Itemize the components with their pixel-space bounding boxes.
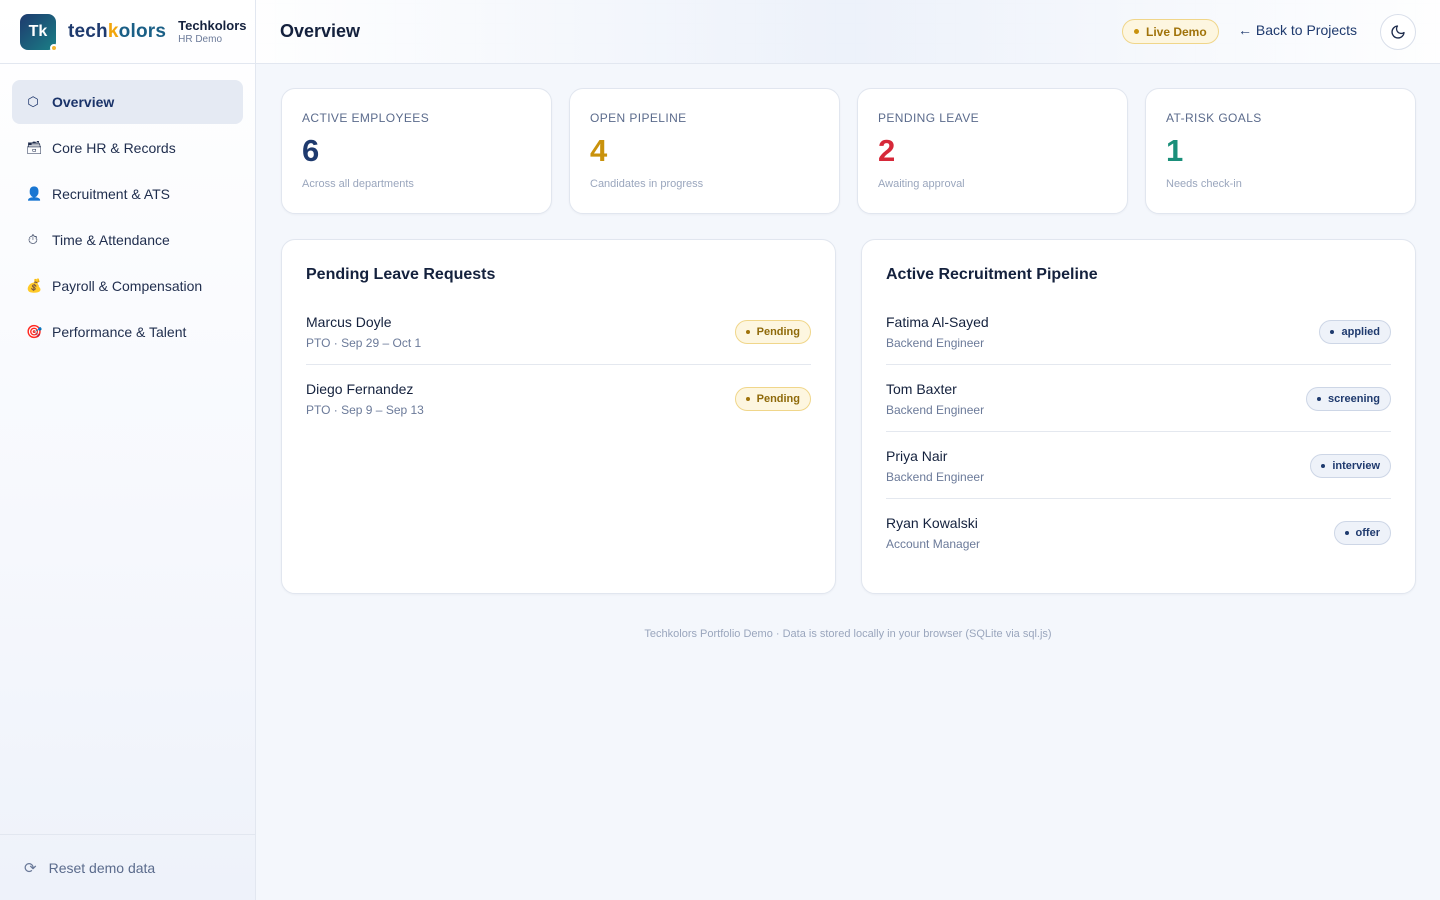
page-title: Overview bbox=[280, 21, 361, 41]
logo-badge[interactable]: Tk bbox=[20, 13, 58, 52]
panel-title: Active Recruitment Pipeline bbox=[886, 266, 1098, 283]
brand-text: Techkolors HR Demo bbox=[178, 18, 246, 45]
leave-detail: PTO · Sep 29 – Oct 1 bbox=[306, 336, 422, 350]
refresh-icon: ⟳ bbox=[24, 859, 37, 877]
status-badge: Pending bbox=[734, 320, 811, 344]
brand-title: Techkolors bbox=[178, 18, 247, 33]
stage-dot-icon bbox=[1344, 531, 1349, 535]
stat-subtext: Awaiting approval bbox=[878, 178, 965, 190]
candidate-role: Backend Engineer bbox=[886, 470, 985, 484]
sidebar-nav: ⬡ Overview 🗃 Core HR & Records 👤 Recruit… bbox=[0, 64, 255, 372]
sidebar-item-payroll[interactable]: 💰 Payroll & Compensation bbox=[12, 264, 243, 308]
stat-label: PENDING LEAVE bbox=[878, 111, 980, 125]
candidate-role: Backend Engineer bbox=[886, 403, 985, 417]
stat-label: OPEN PIPELINE bbox=[590, 111, 687, 125]
status-badge: Pending bbox=[734, 387, 811, 411]
brand-wordmark: techkolors bbox=[68, 20, 167, 42]
candidate-name: Ryan Kowalski bbox=[886, 515, 978, 531]
overview-icon: ⬡ bbox=[27, 94, 39, 109]
sidebar-item-label: Core HR & Records bbox=[52, 140, 176, 156]
reset-demo-label: Reset demo data bbox=[48, 859, 156, 876]
status-label: Pending bbox=[756, 326, 800, 338]
list-item[interactable]: Diego Fernandez PTO · Sep 9 – Sep 13 Pen… bbox=[306, 373, 811, 431]
recruitment-pipeline-panel: Active Recruitment Pipeline Fatima Al-Sa… bbox=[861, 239, 1416, 594]
stat-label: AT-RISK GOALS bbox=[1166, 111, 1262, 125]
target-icon: 🎯 bbox=[26, 324, 43, 339]
recruiter-icon: 👤 bbox=[26, 186, 43, 201]
stage-badge: screening bbox=[1306, 387, 1391, 411]
stage-label: interview bbox=[1332, 460, 1380, 472]
live-dot-icon bbox=[1134, 29, 1139, 34]
pending-leave-panel: Pending Leave Requests Marcus Doyle PTO … bbox=[281, 239, 836, 594]
sidebar-item-recruitment[interactable]: 👤 Recruitment & ATS bbox=[12, 172, 243, 216]
panel-title: Pending Leave Requests bbox=[306, 266, 496, 283]
stage-label: screening bbox=[1328, 393, 1380, 405]
stage-badge: offer bbox=[1333, 521, 1391, 545]
stopwatch-icon: ⏱ bbox=[27, 232, 39, 247]
candidate-role: Backend Engineer bbox=[886, 336, 985, 350]
theme-toggle-button[interactable] bbox=[1380, 14, 1416, 50]
list-item[interactable]: Tom Baxter Backend Engineer screening bbox=[886, 373, 1391, 432]
stat-card-active-employees: ACTIVE EMPLOYEES 6 Across all department… bbox=[281, 88, 552, 214]
stage-dot-icon bbox=[1321, 464, 1326, 468]
candidate-role: Account Manager bbox=[886, 537, 981, 551]
stat-value: 1 bbox=[1166, 133, 1184, 168]
stat-value: 2 bbox=[878, 133, 896, 168]
sidebar-item-label: Performance & Talent bbox=[52, 324, 187, 340]
status-dot-icon bbox=[50, 43, 58, 52]
footer-note: Techkolors Portfolio Demo · Data is stor… bbox=[644, 628, 1052, 640]
status-label: Pending bbox=[756, 393, 800, 405]
employee-name: Diego Fernandez bbox=[306, 381, 414, 397]
live-demo-badge: Live Demo bbox=[1122, 19, 1219, 44]
stage-dot-icon bbox=[1317, 397, 1322, 401]
employee-name: Marcus Doyle bbox=[306, 314, 392, 330]
stat-label: ACTIVE EMPLOYEES bbox=[302, 111, 430, 125]
logo-initials: Tk bbox=[28, 22, 48, 40]
sidebar-item-overview[interactable]: ⬡ Overview bbox=[12, 80, 243, 124]
back-to-projects-link[interactable]: ← Back to Projects bbox=[1238, 22, 1357, 38]
list-item[interactable]: Priya Nair Backend Engineer interview bbox=[886, 440, 1391, 499]
stat-value: 4 bbox=[590, 133, 608, 168]
brand-subtitle: HR Demo bbox=[178, 34, 223, 45]
sidebar-item-label: Time & Attendance bbox=[52, 232, 170, 248]
candidate-name: Fatima Al-Sayed bbox=[886, 314, 989, 330]
stage-dot-icon bbox=[1330, 330, 1335, 334]
brand-header: Tk techkolors Techkolors HR Demo bbox=[0, 0, 255, 64]
sidebar-item-performance[interactable]: 🎯 Performance & Talent bbox=[12, 310, 243, 354]
stage-badge: applied bbox=[1319, 320, 1391, 344]
status-dot-icon bbox=[745, 330, 750, 334]
reset-demo-button[interactable]: ⟳ Reset demo data bbox=[0, 834, 255, 900]
sidebar-item-label: Overview bbox=[52, 94, 115, 110]
records-icon: 🗃 bbox=[26, 140, 43, 155]
stage-label: applied bbox=[1341, 326, 1380, 338]
sidebar-item-label: Payroll & Compensation bbox=[52, 278, 203, 294]
list-item[interactable]: Fatima Al-Sayed Backend Engineer applied bbox=[886, 306, 1391, 365]
sidebar: Tk techkolors Techkolors HR Demo ⬡ Overv… bbox=[0, 0, 256, 900]
stat-subtext: Candidates in progress bbox=[590, 178, 704, 190]
sidebar-item-time-attendance[interactable]: ⏱ Time & Attendance bbox=[12, 218, 243, 262]
sidebar-item-core-hr[interactable]: 🗃 Core HR & Records bbox=[12, 126, 243, 170]
stat-card-pending-leave: PENDING LEAVE 2 Awaiting approval bbox=[857, 88, 1128, 214]
stat-subtext: Needs check-in bbox=[1166, 178, 1242, 190]
list-item[interactable]: Ryan Kowalski Account Manager offer bbox=[886, 507, 1391, 565]
candidate-name: Tom Baxter bbox=[886, 381, 957, 397]
moon-icon bbox=[1391, 25, 1405, 39]
status-dot-icon bbox=[745, 397, 750, 401]
stat-card-open-pipeline: OPEN PIPELINE 4 Candidates in progress bbox=[569, 88, 840, 214]
money-bag-icon: 💰 bbox=[26, 278, 43, 293]
stat-subtext: Across all departments bbox=[302, 178, 414, 190]
candidate-name: Priya Nair bbox=[886, 448, 948, 464]
stat-value: 6 bbox=[302, 133, 320, 168]
top-header: Overview Live Demo ← Back to Projects bbox=[256, 0, 1440, 64]
live-demo-label: Live Demo bbox=[1146, 24, 1207, 39]
stage-label: offer bbox=[1355, 527, 1380, 539]
leave-detail: PTO · Sep 9 – Sep 13 bbox=[306, 403, 424, 417]
sidebar-item-label: Recruitment & ATS bbox=[52, 186, 171, 202]
list-item[interactable]: Marcus Doyle PTO · Sep 29 – Oct 1 Pendin… bbox=[306, 306, 811, 365]
stage-badge: interview bbox=[1310, 454, 1391, 478]
stat-card-at-risk-goals: AT-RISK GOALS 1 Needs check-in bbox=[1145, 88, 1416, 214]
